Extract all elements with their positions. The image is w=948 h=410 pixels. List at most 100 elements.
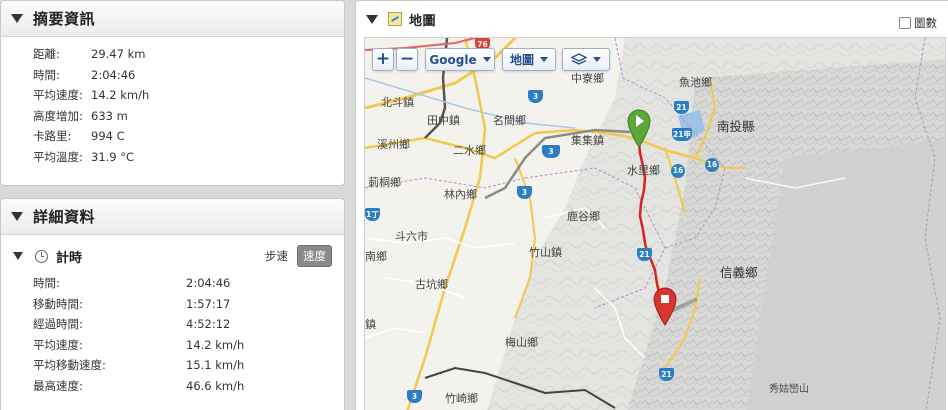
- map-label: 斗六市: [395, 230, 428, 243]
- summary-row: 平均速度: 14.2 km/h: [33, 85, 344, 106]
- map-label: 莿桐鄉: [368, 176, 401, 189]
- provider-label: Google: [429, 52, 477, 67]
- collapse-triangle-icon[interactable]: [11, 212, 23, 221]
- highway-shield: 21: [637, 248, 652, 261]
- summary-row: 時間: 2:04:46: [33, 65, 344, 86]
- map-terrain[interactable]: [365, 38, 946, 410]
- map-label: 二水鄉: [453, 144, 486, 157]
- map-header[interactable]: 地圖: [356, 1, 948, 37]
- map-label: 鎮: [365, 318, 376, 331]
- highway-shield: 21: [659, 368, 674, 381]
- highway-shield: 3: [528, 90, 543, 103]
- highway-shield: 16: [671, 164, 685, 178]
- timing-key: 平均速度:: [33, 337, 83, 352]
- timing-key: 最高速度:: [33, 378, 83, 393]
- summary-value: 2:04:46: [91, 67, 136, 82]
- map-label: 古坑鄉: [415, 278, 448, 291]
- map-label: 南投縣: [717, 119, 755, 134]
- summary-header[interactable]: 摘要資訊: [1, 1, 344, 37]
- map-icon: [388, 12, 402, 26]
- summary-row: 平均溫度: 31.9 °C: [33, 147, 344, 168]
- timing-header[interactable]: 計時 步速 速度: [1, 241, 344, 271]
- map-canvas[interactable]: 76 3 21 21甲 3 16 16 3甲 3 1丁 3 21 21 21 3…: [364, 37, 946, 410]
- details-panel: 詳細資料 計時 步速 速度 時間: 2:04:46 移動時間: 1:57:17 經過…: [0, 198, 345, 410]
- collapse-triangle-icon[interactable]: [13, 252, 23, 260]
- summary-value: 31.9 °C: [91, 149, 135, 164]
- map-title: 地圖: [409, 13, 437, 29]
- highway-shield: 21甲: [672, 128, 692, 141]
- timing-title: 計時: [56, 250, 83, 266]
- map-label: 水里鄉: [627, 164, 660, 177]
- zoom-in-button[interactable]: +: [372, 48, 394, 71]
- timing-value: 15.1 km/h: [186, 358, 245, 373]
- summary-key: 高度增加:: [33, 108, 83, 123]
- map-label: 梅山鄉: [505, 336, 538, 349]
- timing-key: 平均移動速度:: [33, 358, 106, 373]
- start-pin-icon[interactable]: [626, 108, 652, 148]
- timing-value: 4:52:12: [186, 317, 231, 332]
- map-label: 林內鄉: [444, 188, 477, 201]
- map-label: 竹山鎮: [529, 246, 562, 259]
- provider-dropdown[interactable]: Google: [425, 48, 495, 71]
- timing-value: 14.2 km/h: [186, 337, 245, 352]
- map-label: 中寮鄉: [571, 72, 604, 85]
- summary-title: 摘要資訊: [33, 10, 96, 28]
- legend-label: 圖數: [914, 16, 937, 30]
- summary-value: 633 m: [91, 108, 128, 123]
- speed-option[interactable]: 速度: [297, 245, 332, 267]
- timing-value: 2:04:46: [186, 276, 231, 291]
- timing-key: 時間:: [33, 276, 60, 291]
- map-label: 鹿谷鄉: [567, 210, 600, 223]
- map-panel: 地圖 圖數 76 3 21 21甲 3 16 16 3 1丁 21 21 3 北…: [355, 0, 948, 410]
- map-label: 田中鎮: [427, 114, 460, 127]
- map-label: 秀姑巒山: [769, 384, 809, 395]
- timing-rows: 時間: 2:04:46 移動時間: 1:57:17 經過時間: 4:52:12 平均速…: [1, 271, 344, 396]
- summary-value: 14.2 km/h: [91, 88, 150, 103]
- map-label: 魚池鄉: [679, 76, 712, 89]
- zoom-out-button[interactable]: −: [396, 48, 418, 71]
- timing-value: 1:57:17: [186, 296, 231, 311]
- timing-key: 移動時間:: [33, 296, 83, 311]
- summary-row: 卡路里: 994 C: [33, 126, 344, 147]
- highway-shield: 16: [705, 158, 719, 172]
- legend-checkbox[interactable]: [899, 17, 911, 29]
- collapse-triangle-icon[interactable]: [366, 14, 378, 24]
- map-label: 集集鎮: [571, 134, 604, 147]
- end-pin-icon[interactable]: [652, 286, 678, 326]
- map-label: 信義鄉: [720, 265, 758, 280]
- timing-row: 最高速度: 46.6 km/h: [33, 376, 344, 397]
- timing-key: 經過時間:: [33, 317, 83, 332]
- timing-row: 平均速度: 14.2 km/h: [33, 335, 344, 356]
- timing-value: 46.6 km/h: [186, 378, 245, 393]
- timing-row: 平均移動速度: 15.1 km/h: [33, 355, 344, 376]
- details-header[interactable]: 詳細資料: [1, 199, 344, 235]
- map-label: 名間鄉: [493, 114, 526, 127]
- collapse-triangle-icon[interactable]: [11, 14, 23, 23]
- layers-dropdown[interactable]: [562, 48, 610, 71]
- map-label: 竹崎鄉: [445, 392, 478, 405]
- summary-key: 時間:: [33, 67, 60, 82]
- summary-value: 29.47 km: [91, 47, 146, 62]
- summary-row: 高度增加: 633 m: [33, 106, 344, 127]
- highway-shield: 3: [517, 186, 532, 199]
- timing-row: 移動時間: 1:57:17: [33, 294, 344, 315]
- highway-shield: 3: [542, 145, 560, 158]
- pace-option[interactable]: 步速: [260, 246, 293, 266]
- summary-key: 卡路里:: [33, 129, 72, 144]
- timing-row: 經過時間: 4:52:12: [33, 314, 344, 335]
- summary-rows: 距離: 29.47 km 時間: 2:04:46 平均速度: 14.2 km/h 高度…: [1, 37, 344, 167]
- chevron-down-icon: [482, 57, 491, 62]
- summary-panel: 摘要資訊 距離: 29.47 km 時間: 2:04:46 平均速度: 14.2 km…: [0, 0, 345, 186]
- chevron-down-icon: [540, 57, 548, 62]
- map-type-dropdown[interactable]: 地圖: [502, 48, 556, 71]
- legend-toggle[interactable]: 圖數: [899, 15, 937, 31]
- summary-key: 距離:: [33, 47, 60, 62]
- highway-shield: 3: [407, 390, 422, 403]
- timing-row: 時間: 2:04:46: [33, 273, 344, 294]
- highway-shield: 1丁: [365, 208, 380, 221]
- summary-key: 平均溫度:: [33, 149, 83, 164]
- highway-shield: 21: [674, 101, 689, 114]
- map-label: 北斗鎮: [381, 96, 414, 109]
- pace-speed-toggle: 步速 速度: [260, 245, 332, 267]
- summary-value: 994 C: [91, 129, 125, 144]
